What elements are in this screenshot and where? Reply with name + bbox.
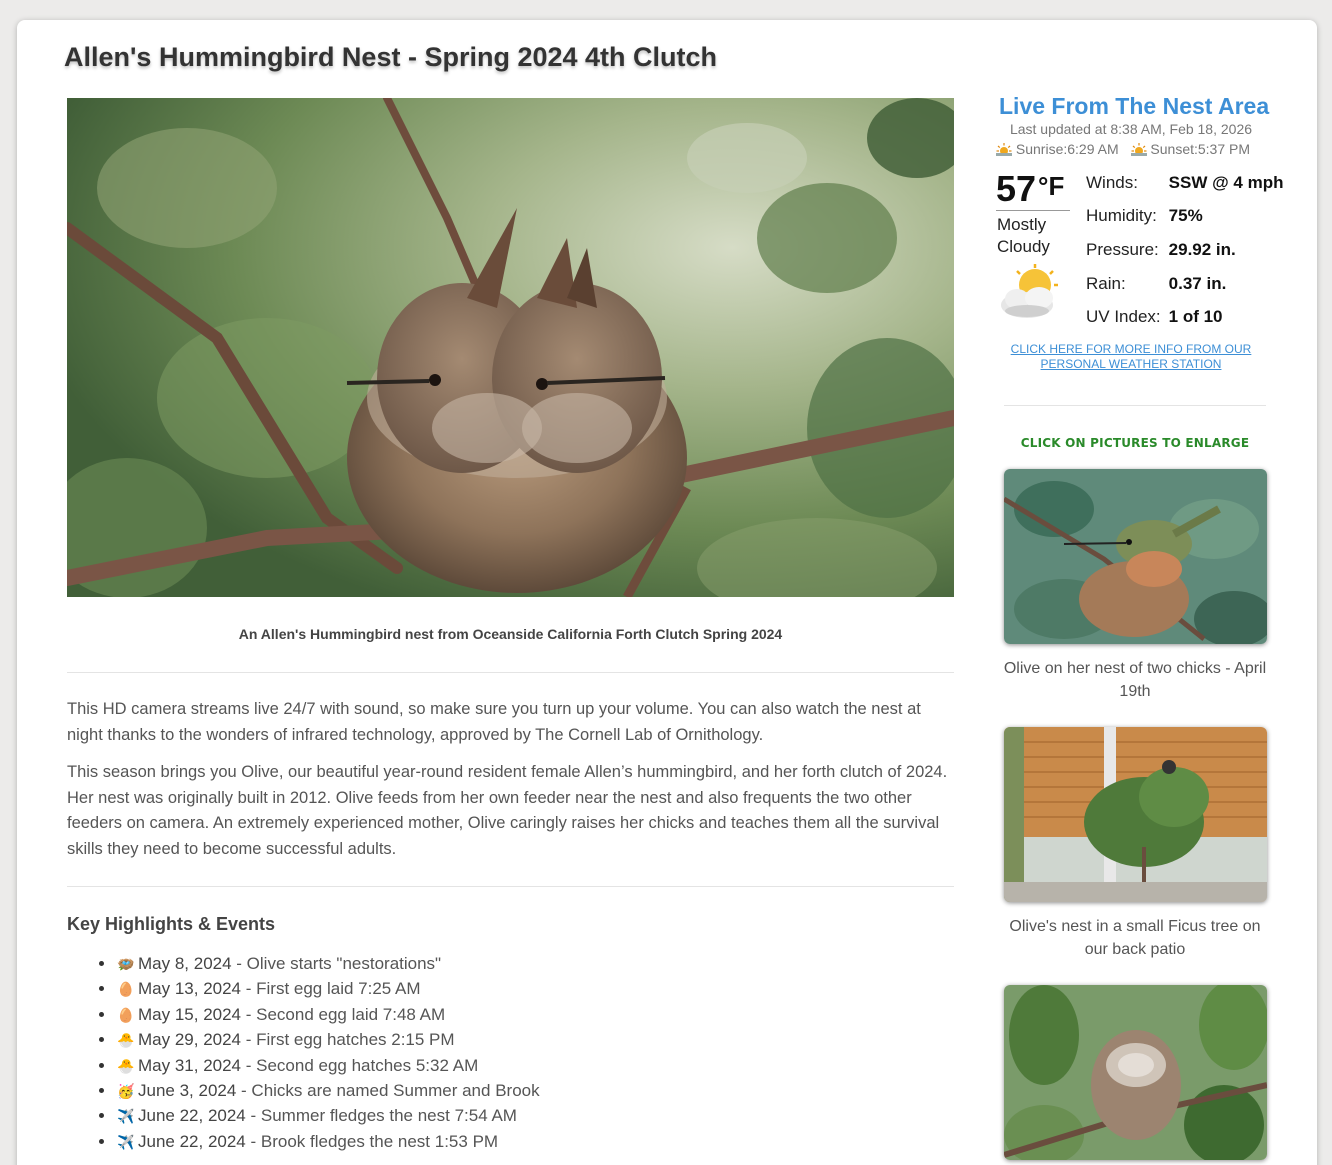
event-date: May 29, 2024 xyxy=(138,1030,242,1050)
party-face-icon: 🥳 xyxy=(117,1082,135,1099)
event-text: - Olive starts "nestorations" xyxy=(231,954,442,973)
page-title: Allen's Hummingbird Nest - Spring 2024 4… xyxy=(64,42,718,72)
hero-caption: An Allen's Hummingbird nest from Oceansi… xyxy=(238,626,783,642)
event-text: - Brook fledges the nest 1:53 PM xyxy=(245,1131,499,1151)
weather-label: UV Index: xyxy=(1086,307,1161,327)
event-date: June 22, 2024 xyxy=(138,1131,246,1151)
sunrise-icon xyxy=(996,143,1012,156)
weather-label: Rain: xyxy=(1086,273,1126,293)
list-item: 🪺 May 8, 2024 - Olive starts "nestoration… xyxy=(99,951,540,976)
hero-nest-photo[interactable] xyxy=(67,98,954,597)
divider xyxy=(67,886,954,887)
intro-paragraph-1: This HD camera streams live 24/7 with so… xyxy=(67,700,921,744)
highlights-list: 🪺 May 8, 2024 - Olive starts "nestoration… xyxy=(99,951,540,1154)
gallery-thumbnail-olive-on-nest[interactable] xyxy=(1004,469,1267,644)
event-text: - First egg laid 7:25 AM xyxy=(241,979,421,999)
list-item: 🐣 May 31, 2024 - Second egg hatches 5:32 … xyxy=(99,1053,540,1078)
sunrise-text: Sunrise:6:29 AM xyxy=(1015,141,1119,157)
hatching-chick-icon: 🐣 xyxy=(117,1032,135,1049)
gallery-thumbnail-ficus-tree[interactable] xyxy=(1004,727,1267,902)
airplane-icon: ✈️ xyxy=(117,1133,135,1150)
list-item: 🥚 May 13, 2024 - First egg laid 7:25 AM xyxy=(99,976,540,1001)
event-date: June 22, 2024 xyxy=(138,1106,246,1126)
weather-value: 29.92 in. xyxy=(1168,239,1236,259)
list-item: 🐣 May 29, 2024 - First egg hatches 2:15 P… xyxy=(99,1027,540,1052)
event-text: - Second egg hatches 5:32 AM xyxy=(241,1055,479,1075)
sun-times: Sunrise:6:29 AM Sunset:5:37 PM xyxy=(996,141,1250,157)
gallery-heading: CLICK ON PICTURES TO ENLARGE xyxy=(1020,436,1250,450)
weather-value: 75% xyxy=(1168,206,1203,226)
weather-label: Pressure: xyxy=(1086,239,1159,259)
weather-label: Winds: xyxy=(1086,172,1138,192)
divider xyxy=(996,210,1070,211)
divider xyxy=(67,672,954,673)
egg-icon: 🥚 xyxy=(117,1006,135,1023)
hatching-chick-icon: 🐣 xyxy=(117,1057,135,1074)
sunset-icon xyxy=(1130,143,1147,156)
list-item: 🥳 June 3, 2024 - Chicks are named Summer … xyxy=(99,1078,540,1103)
weather-label: Humidity: xyxy=(1086,206,1157,226)
list-item: ✈️ June 22, 2024 - Brook fledges the nest… xyxy=(99,1129,540,1154)
gallery-caption: Olive on her nest of two chicks - April … xyxy=(1003,660,1267,700)
temperature-value: 57 xyxy=(996,168,1037,209)
event-text: - Chicks are named Summer and Brook xyxy=(236,1080,540,1100)
event-text: - Summer fledges the nest 7:54 AM xyxy=(245,1106,517,1126)
event-text: - First egg hatches 2:15 PM xyxy=(241,1030,455,1050)
temperature: 57°F xyxy=(996,168,1064,210)
weather-title: Live From The Nest Area xyxy=(999,93,1270,119)
weather-row-uv: UV Index: 1 of 10 xyxy=(1082,300,1287,334)
weather-row-humidity: Humidity: 75% xyxy=(1082,200,1287,234)
list-item: 🥚 May 15, 2024 - Second egg laid 7:48 AM xyxy=(99,1002,540,1027)
divider xyxy=(1004,405,1266,406)
nest-photo-illustration xyxy=(67,98,954,597)
event-date: May 15, 2024 xyxy=(138,1004,242,1024)
weather-last-updated: Last updated at 8:38 AM, Feb 18, 2026 xyxy=(1009,121,1253,137)
partly-cloudy-icon xyxy=(1001,264,1058,318)
weather-row-winds: Winds: SSW @ 4 mph xyxy=(1082,166,1287,200)
event-text: - Second egg laid 7:48 AM xyxy=(241,1004,446,1024)
event-date: May 8, 2024 xyxy=(138,954,232,973)
thumbnail-image xyxy=(1004,469,1267,644)
highlights-title: Key Highlights & Events xyxy=(67,914,276,934)
event-date: May 31, 2024 xyxy=(138,1055,242,1075)
weather-station-link[interactable]: CLICK HERE FOR MORE INFO FROM OUR PERSON… xyxy=(1000,342,1262,372)
egg-icon: 🥚 xyxy=(117,981,135,998)
weather-value: SSW @ 4 mph xyxy=(1168,172,1284,192)
event-date: May 13, 2024 xyxy=(138,979,242,999)
event-date: June 3, 2024 xyxy=(138,1080,237,1100)
weather-value: 1 of 10 xyxy=(1168,307,1223,327)
nest-icon: 🪺 xyxy=(117,956,135,972)
weather-details-table: Winds: SSW @ 4 mph Humidity: 75% Pressure:… xyxy=(1082,166,1287,334)
weather-row-pressure: Pressure: 29.92 in. xyxy=(1082,233,1287,267)
weather-value: 0.37 in. xyxy=(1168,273,1227,293)
gallery-thumbnail-nest-closeup[interactable] xyxy=(1004,985,1267,1160)
weather-condition: Mostly Cloudy xyxy=(997,215,1050,256)
list-item: ✈️ June 22, 2024 - Summer fledges the nes… xyxy=(99,1103,540,1128)
thumbnail-image xyxy=(1004,985,1267,1160)
sunset-text: Sunset:5:37 PM xyxy=(1150,141,1251,157)
temperature-unit: °F xyxy=(1038,171,1065,201)
gallery-caption: Olive's nest in a small Ficus tree on ou… xyxy=(1009,918,1261,958)
intro-paragraph-2: This season brings you Olive, our beauti… xyxy=(67,763,948,858)
weather-row-rain: Rain: 0.37 in. xyxy=(1082,267,1287,301)
thumbnail-image xyxy=(1004,727,1267,902)
airplane-icon: ✈️ xyxy=(117,1108,135,1125)
